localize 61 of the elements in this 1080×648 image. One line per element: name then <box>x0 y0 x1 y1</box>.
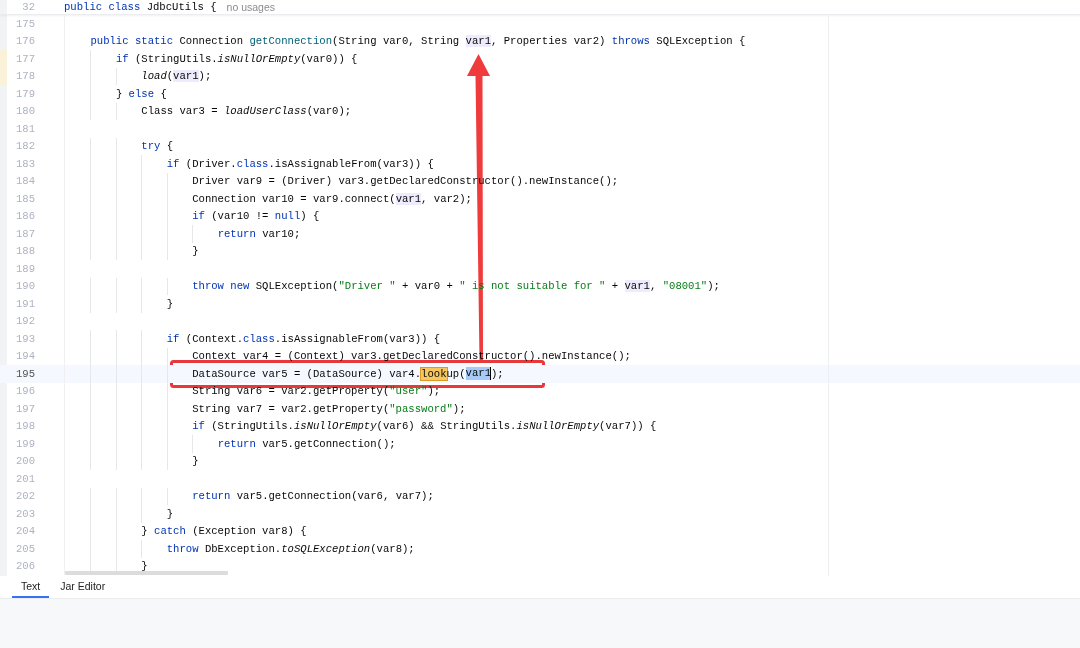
line-number: 197 <box>14 402 36 415</box>
line-number: 32 <box>21 1 36 13</box>
line-number: 193 <box>14 332 36 345</box>
code-line: if (StringUtils.isNullOrEmpty(var6) && StringUtils.isNullOrEmpty(var7)) { <box>64 417 657 435</box>
line-number: 200 <box>14 455 36 468</box>
line-number: 180 <box>14 105 36 118</box>
line-number: 201 <box>14 472 36 485</box>
code-line: } <box>64 505 174 523</box>
line-number: 195 <box>14 367 36 380</box>
line-number: 188 <box>14 245 36 258</box>
line-number: 204 <box>14 525 36 538</box>
code-line: String var6 = var2.getProperty("user"); <box>64 382 441 400</box>
line-number: 184 <box>14 175 36 188</box>
code-line: } <box>64 452 199 470</box>
line-number: 185 <box>14 192 36 205</box>
line-number: 176 <box>14 35 36 48</box>
line-number: 206 <box>14 560 36 573</box>
code-line: } else { <box>64 85 167 103</box>
code-line: public class JdbcUtils { <box>64 0 217 14</box>
editor-tab[interactable]: Text <box>12 576 50 598</box>
line-number: 192 <box>14 315 36 328</box>
line-number: 182 <box>14 140 36 153</box>
code-line: return var10; <box>64 225 301 243</box>
line-number: 196 <box>14 385 36 398</box>
line-number: 198 <box>14 420 36 433</box>
code-line: throw DbException.toSQLException(var8); <box>64 540 415 558</box>
line-number: 190 <box>14 280 36 293</box>
code-line: if (StringUtils.isNullOrEmpty(var0)) { <box>64 50 358 68</box>
code-line: if (Driver.class.isAssignableFrom(var3)) { <box>64 155 434 173</box>
scrollbar-thumb[interactable] <box>65 571 228 575</box>
code-line: } catch (Exception var8) { <box>64 522 307 540</box>
code-line: return var5.getConnection(); <box>64 435 396 453</box>
line-number: 203 <box>14 507 36 520</box>
code-line: load(var1); <box>64 67 212 85</box>
line-number: 179 <box>14 87 36 100</box>
usage-hint: no usages <box>226 1 276 13</box>
code-line: if (var10 != null) { <box>64 207 320 225</box>
line-number: 191 <box>14 297 36 310</box>
line-number: 199 <box>14 437 36 450</box>
code-line: return var5.getConnection(var6, var7); <box>64 487 434 505</box>
line-number: 178 <box>14 70 36 83</box>
line-number: 187 <box>14 227 36 240</box>
line-number: 181 <box>14 122 36 135</box>
code-line: Connection var10 = var9.connect(var1, var2); <box>64 190 472 208</box>
code-line: String var7 = var2.getProperty("password"); <box>64 400 466 418</box>
line-number: 189 <box>14 262 36 275</box>
line-number: 177 <box>14 52 36 65</box>
line-number: 183 <box>14 157 36 170</box>
line-number: 205 <box>14 542 36 555</box>
line-number: 202 <box>14 490 36 503</box>
line-number: 175 <box>14 17 36 30</box>
code-line: public static Connection getConnection(String var0, String var1, Properties var2) throws SQLException { <box>64 32 746 50</box>
editor-tab[interactable]: Jar Editor <box>51 576 115 598</box>
code-line: try { <box>64 137 174 155</box>
code-line: if (Context.class.isAssignableFrom(var3)) { <box>64 330 441 348</box>
line-number: 194 <box>14 350 36 363</box>
code-line: } <box>64 242 199 260</box>
code-line: } <box>64 295 174 313</box>
text-cursor <box>490 367 491 381</box>
code-line: Class var3 = loadUserClass(var0); <box>64 102 352 120</box>
line-number: 186 <box>14 210 36 223</box>
